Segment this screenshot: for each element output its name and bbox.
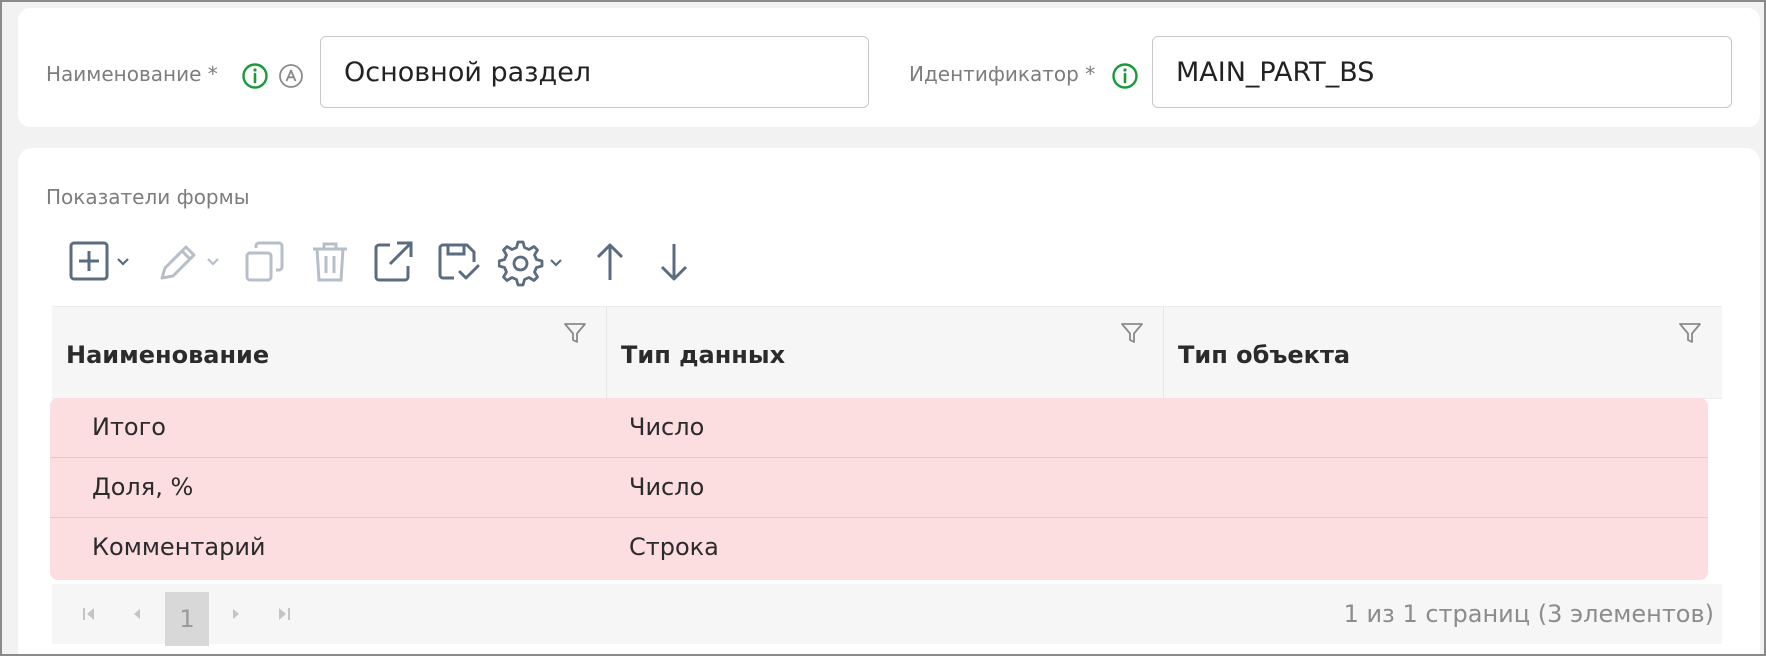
cell-data-type: Строка — [629, 533, 719, 561]
add-button[interactable] — [68, 236, 134, 288]
cell-data-type: Число — [629, 473, 705, 501]
prev-page-button[interactable] — [120, 584, 154, 644]
copy-button[interactable] — [244, 236, 288, 288]
column-header-name[interactable]: Наименование — [52, 307, 607, 400]
filter-icon[interactable] — [563, 321, 587, 345]
arrow-down-icon — [660, 244, 688, 281]
info-icon[interactable] — [1111, 62, 1139, 90]
first-page-button[interactable] — [72, 584, 106, 644]
save-check-icon — [438, 243, 480, 280]
column-header-label: Тип данных — [621, 341, 786, 369]
table-row[interactable]: Доля, % Число — [50, 458, 1708, 518]
move-down-button[interactable] — [656, 236, 692, 288]
edit-icon — [160, 245, 219, 280]
identifier-field-label: Идентификатор * — [909, 62, 1096, 86]
add-icon — [69, 241, 129, 281]
name-field-label: Наименование * — [46, 62, 218, 86]
info-icon[interactable] — [241, 62, 269, 90]
table-row[interactable]: Комментарий Строка — [50, 518, 1708, 580]
move-up-button[interactable] — [592, 236, 628, 288]
cell-name: Доля, % — [92, 473, 194, 501]
prev-page-icon — [134, 609, 140, 619]
column-header-label: Наименование — [66, 341, 270, 369]
settings-icon — [498, 240, 562, 287]
edit-button[interactable] — [156, 236, 226, 288]
delete-button[interactable] — [310, 236, 350, 288]
first-page-icon — [83, 608, 94, 620]
last-page-icon — [279, 608, 290, 620]
cell-data-type: Число — [629, 413, 705, 441]
cell-name: Комментарий — [92, 533, 266, 561]
table-header: Наименование Тип данных Тип объекта — [52, 306, 1722, 400]
column-header-data-type[interactable]: Тип данных — [607, 307, 1164, 400]
pager: 1 1 из 1 страниц (3 элементов) — [52, 584, 1722, 646]
settings-button[interactable] — [498, 236, 568, 288]
table-row[interactable]: Итого Число — [50, 398, 1708, 458]
auto-generate-icon[interactable] — [278, 63, 304, 89]
column-header-object-type[interactable]: Тип объекта — [1164, 307, 1722, 400]
next-page-button[interactable] — [219, 584, 253, 644]
current-page[interactable]: 1 — [165, 592, 209, 646]
last-page-button[interactable] — [267, 584, 301, 644]
delete-icon — [313, 242, 347, 282]
section-title: Показатели формы — [46, 185, 250, 209]
pager-info: 1 из 1 страниц (3 элементов) — [1343, 600, 1714, 628]
save-button[interactable] — [436, 236, 480, 288]
column-header-label: Тип объекта — [1178, 341, 1351, 369]
filter-icon[interactable] — [1120, 321, 1144, 345]
name-input[interactable] — [320, 36, 869, 108]
arrow-up-icon — [596, 243, 624, 280]
next-page-icon — [233, 609, 239, 619]
table-body: Итого Число Доля, % Число Комментарий Ст… — [50, 398, 1708, 580]
cell-name: Итого — [92, 413, 166, 441]
filter-icon[interactable] — [1678, 321, 1702, 345]
copy-icon — [245, 241, 284, 282]
identifier-input[interactable] — [1152, 36, 1732, 108]
open-external-icon — [374, 241, 413, 282]
open-button[interactable] — [372, 236, 414, 288]
